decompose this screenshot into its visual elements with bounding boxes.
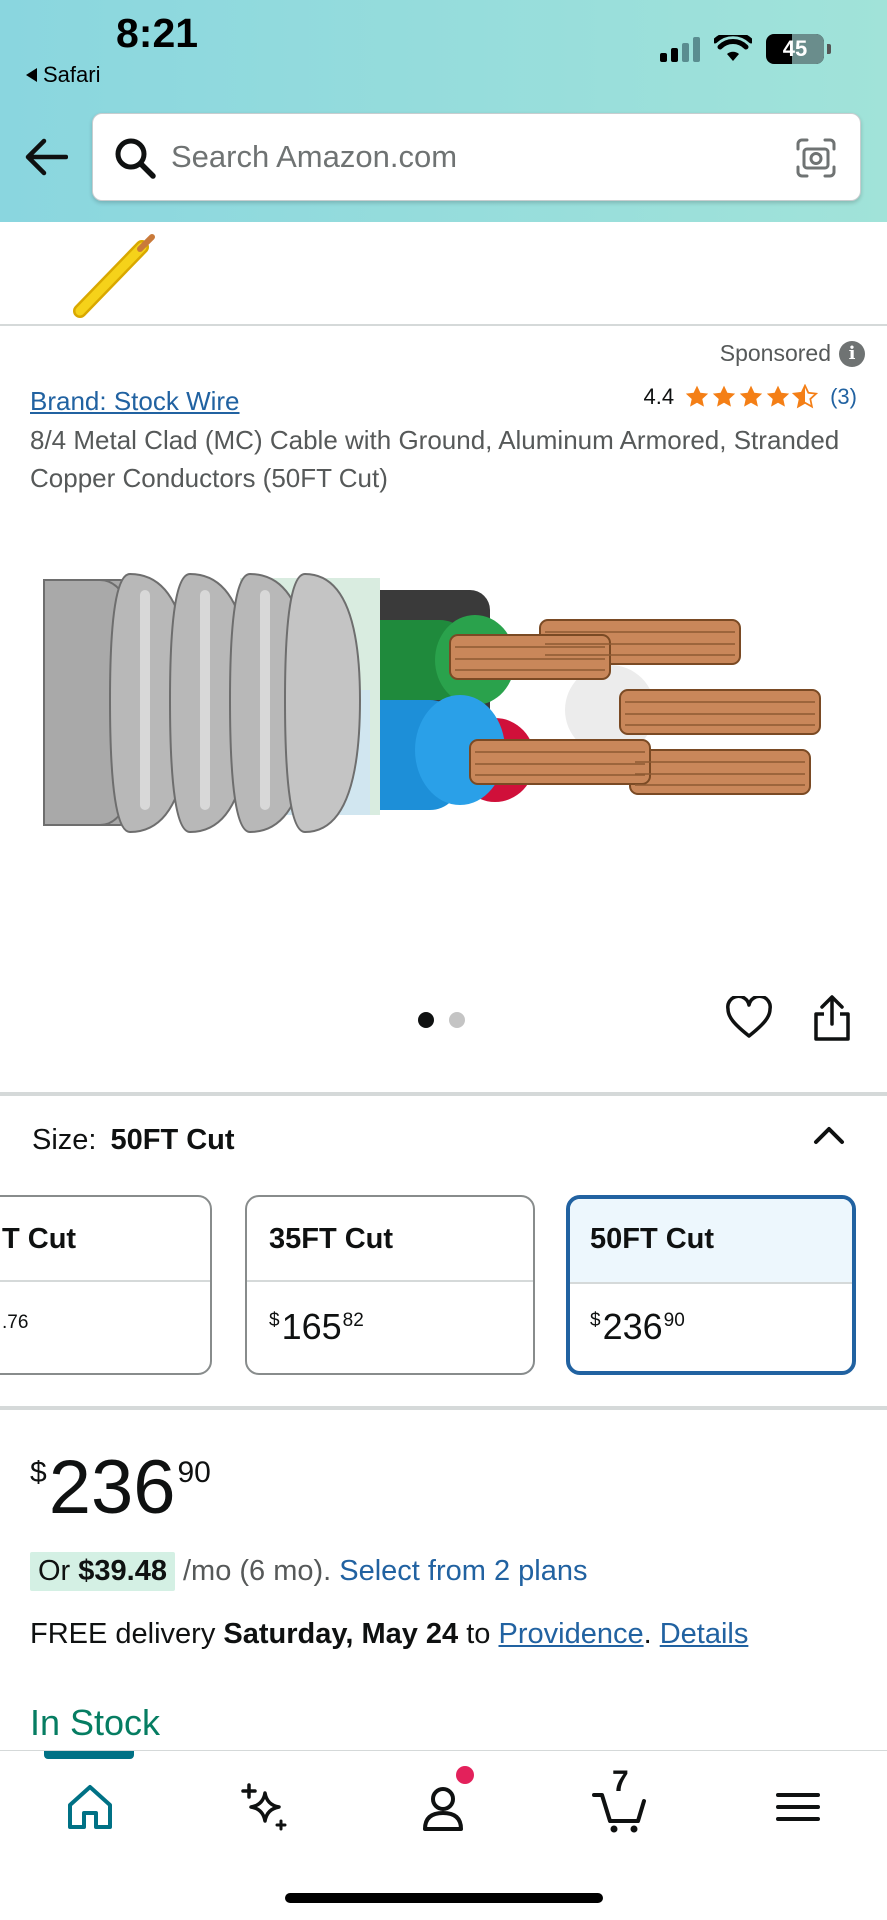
cart-count-badge: 7 — [612, 1765, 629, 1798]
financing-prefix: Or — [38, 1555, 79, 1587]
size-option-label: 35FT Cut — [247, 1197, 533, 1282]
size-option-cents: .76 — [2, 1312, 29, 1333]
size-option-label: 50FT Cut — [570, 1199, 852, 1284]
search-icon — [115, 138, 156, 179]
status-icons: 45 — [660, 34, 831, 64]
camera-lens-icon[interactable] — [794, 136, 838, 180]
info-icon[interactable]: i — [839, 340, 865, 367]
delivery-details-link[interactable]: Details — [660, 1618, 749, 1650]
sponsored-product-strip[interactable] — [0, 223, 887, 326]
heart-icon[interactable] — [726, 996, 772, 1040]
size-option-card[interactable]: 35FT Cut $165 82 — [245, 1195, 535, 1375]
size-selected-value: 50FT Cut — [110, 1124, 235, 1156]
carousel-dot[interactable] — [449, 1012, 465, 1028]
size-option-price: $165 82 — [247, 1282, 533, 1348]
size-option-price: $236 90 — [570, 1284, 852, 1348]
home-indicator[interactable] — [285, 1893, 603, 1903]
financing-amount: $39.48 — [78, 1555, 167, 1587]
wifi-icon — [714, 35, 752, 61]
back-triangle-icon — [26, 68, 37, 82]
search-input[interactable] — [171, 134, 731, 180]
app-header: 8:21 Safari 45 — [0, 0, 887, 222]
financing-line: Or $39.48 /mo (6 mo). Select from 2 plan… — [30, 1552, 587, 1591]
size-options-carousel[interactable]: T Cut .76 35FT Cut $165 82 50FT Cut $236 9… — [0, 1195, 887, 1377]
battery-icon: 45 — [766, 34, 824, 64]
back-arrow-icon[interactable] — [24, 137, 68, 177]
chevron-up-icon[interactable] — [812, 1120, 846, 1150]
sponsored-text: Sponsored — [719, 340, 831, 366]
back-app-label: Safari — [43, 62, 101, 87]
cellular-signal-icon — [660, 36, 700, 62]
star-full-icon — [712, 385, 736, 407]
share-icon[interactable] — [812, 994, 852, 1042]
battery-level: 45 — [782, 36, 808, 61]
size-option-price: .76 — [0, 1282, 210, 1334]
stock-status: In Stock — [30, 1702, 161, 1743]
rating[interactable]: 4.4 (3) — [644, 384, 857, 410]
carousel-dot-active[interactable] — [418, 1012, 434, 1028]
size-label-text: Size: — [32, 1124, 97, 1156]
sponsored-label[interactable]: Sponsored i — [720, 340, 865, 367]
size-option-card[interactable]: T Cut .76 — [0, 1195, 212, 1375]
price-symbol: $ — [30, 1456, 47, 1489]
back-to-app-link[interactable]: Safari — [26, 62, 100, 88]
rating-value: 4.4 — [643, 384, 675, 409]
size-option-whole: 236 — [602, 1306, 663, 1347]
image-carousel-dots[interactable] — [418, 1012, 465, 1028]
status-time: 8:21 — [116, 10, 199, 56]
size-option-cents: 90 — [663, 1310, 685, 1331]
size-label: Size: 50FT Cut — [32, 1124, 235, 1157]
star-half-icon — [792, 384, 819, 409]
star-full-icon — [685, 385, 709, 407]
product-title: 8/4 Metal Clad (MC) Cable with Ground, A… — [30, 425, 840, 493]
product-image-mc-cable[interactable] — [40, 560, 840, 880]
size-option-whole: 165 — [281, 1306, 342, 1347]
star-full-icon — [739, 385, 763, 407]
price-cents: 90 — [177, 1456, 211, 1489]
financing-pill: Or $39.48 — [30, 1552, 175, 1591]
price-whole: 236 — [48, 1445, 176, 1530]
star-full-icon — [766, 385, 790, 407]
menu-icon[interactable] — [768, 1777, 828, 1837]
delivery-date: Saturday, May 24 — [223, 1618, 459, 1650]
delivery-to: to — [458, 1618, 499, 1650]
rufus-sparkle-icon[interactable] — [235, 1777, 295, 1837]
currency-symbol: $ — [590, 1310, 601, 1331]
battery-tip — [827, 44, 831, 54]
financing-term: /mo (6 mo). — [182, 1555, 332, 1587]
active-tab-indicator — [44, 1751, 134, 1759]
search-bar[interactable] — [92, 113, 861, 201]
size-option-card-selected[interactable]: 50FT Cut $236 90 — [566, 1195, 856, 1375]
product-price: $236 90 — [30, 1446, 211, 1530]
size-option-cents: 82 — [342, 1310, 364, 1331]
size-option-label: T Cut — [0, 1197, 210, 1282]
delivery-info: FREE delivery Saturday, May 24 to Provid… — [30, 1618, 748, 1651]
delivery-prefix: FREE delivery — [30, 1618, 224, 1650]
home-icon[interactable] — [60, 1777, 120, 1837]
select-plans-link[interactable]: Select from 2 plans — [339, 1555, 587, 1588]
delivery-separator: . — [643, 1618, 660, 1650]
account-icon[interactable] — [413, 1777, 473, 1837]
currency-symbol: $ — [269, 1310, 280, 1331]
yellow-wire-thumbnail[interactable] — [70, 233, 160, 319]
section-divider — [0, 1092, 887, 1096]
brand-link[interactable]: Brand: Stock Wire — [30, 386, 240, 417]
notification-dot — [456, 1766, 474, 1784]
delivery-location-link[interactable]: Providence — [499, 1618, 644, 1650]
section-divider — [0, 1406, 887, 1410]
star-rating — [684, 384, 819, 410]
rating-count[interactable]: (3) — [830, 384, 857, 410]
